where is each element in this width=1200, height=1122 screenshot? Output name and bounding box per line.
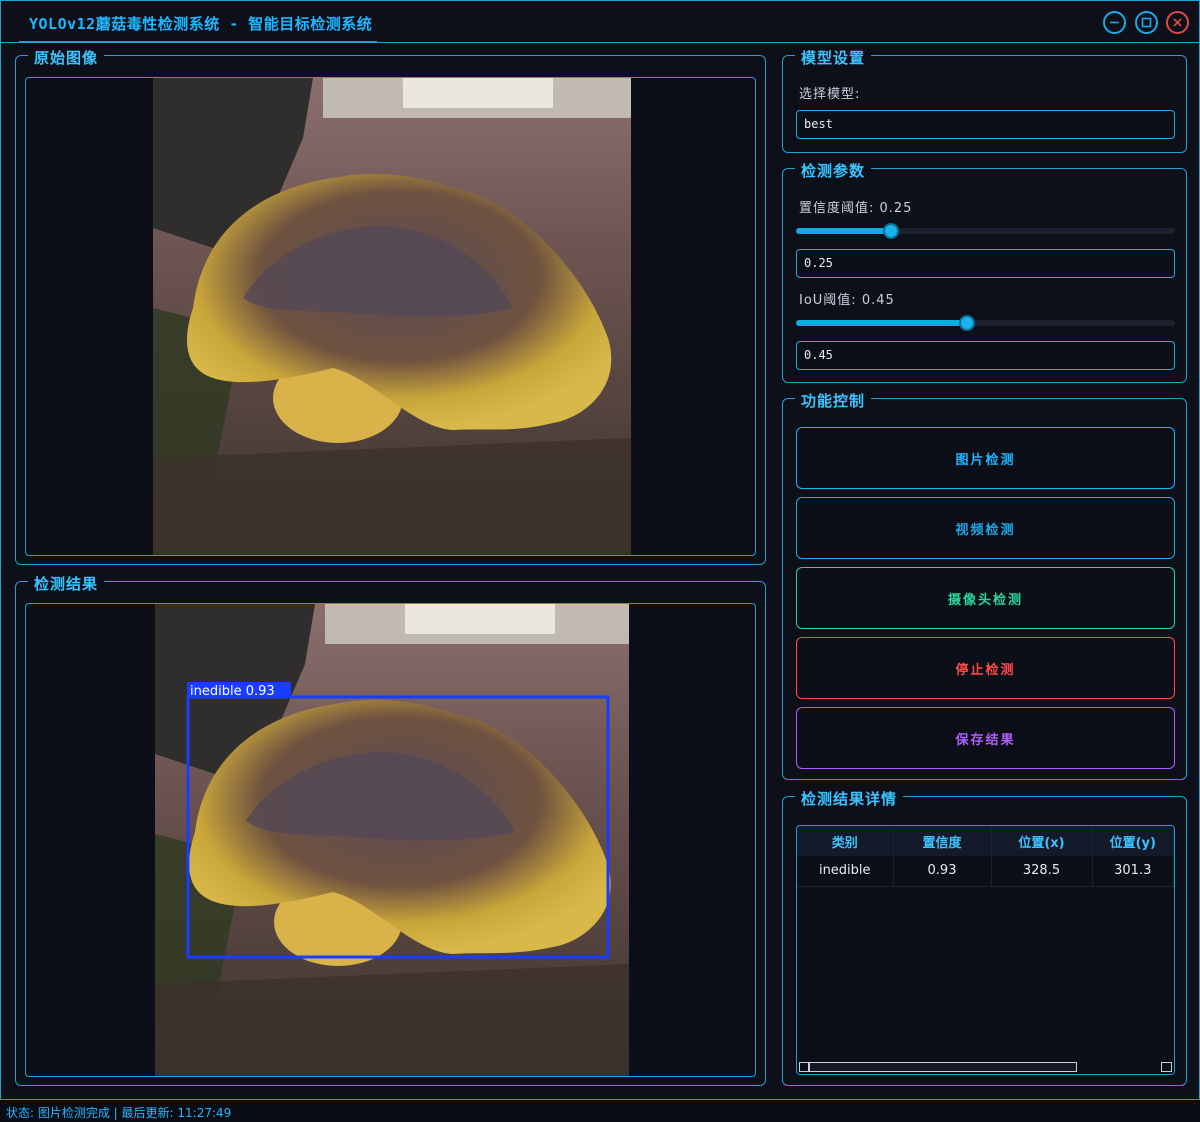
iou-slider[interactable] bbox=[796, 315, 1175, 331]
status-bar: 状态: 图片检测完成 | 最后更新: 11:27:49 bbox=[6, 1106, 232, 1120]
table-header-row: 类别 置信度 位置(x) 位置(y) bbox=[797, 826, 1174, 856]
cell-class: inedible bbox=[797, 856, 894, 887]
minimize-icon bbox=[1110, 21, 1119, 24]
maximize-icon bbox=[1141, 17, 1152, 28]
column-header-confidence[interactable]: 置信度 bbox=[893, 826, 992, 856]
column-header-class[interactable]: 类别 bbox=[797, 826, 894, 856]
original-image-panel: 原始图像 bbox=[15, 47, 766, 565]
detection-result-title: 检测结果 bbox=[28, 573, 105, 594]
detection-image: inedible 0.93 bbox=[155, 604, 629, 1076]
confidence-slider[interactable] bbox=[796, 223, 1175, 239]
table-row[interactable]: inedible 0.93 328.5 301.3 bbox=[797, 856, 1174, 887]
iou-label: IoU阈值: 0.45 bbox=[799, 293, 895, 308]
iou-slider-fill bbox=[796, 320, 967, 326]
original-image-frame bbox=[25, 77, 756, 556]
camera-detect-button[interactable]: 摄像头检测 bbox=[796, 567, 1175, 629]
model-settings-title: 模型设置 bbox=[795, 47, 872, 68]
scrollbar-left-arrow[interactable] bbox=[799, 1062, 809, 1072]
result-table-frame: 类别 置信度 位置(x) 位置(y) inedible 0.93 328.5 3… bbox=[796, 825, 1175, 1075]
cell-x: 328.5 bbox=[991, 856, 1093, 887]
horizontal-scrollbar[interactable] bbox=[797, 1060, 1174, 1074]
mushroom-image bbox=[153, 78, 631, 555]
detection-result-panel: 检测结果 inedible 0.93 bbox=[15, 573, 766, 1086]
result-table: 类别 置信度 位置(x) 位置(y) inedible 0.93 328.5 3… bbox=[797, 826, 1174, 887]
result-details-title: 检测结果详情 bbox=[795, 788, 904, 809]
title-bar: YOLOv12蘑菇毒性检测系统 - 智能目标检测系统 bbox=[1, 1, 1199, 43]
column-header-x[interactable]: 位置(x) bbox=[991, 826, 1093, 856]
iou-input[interactable]: 0.45 bbox=[796, 341, 1175, 370]
close-button[interactable] bbox=[1166, 11, 1189, 34]
window-title: YOLOv12蘑菇毒性检测系统 - 智能目标检测系统 bbox=[29, 15, 373, 33]
app-window: YOLOv12蘑菇毒性检测系统 - 智能目标检测系统 · · · · · · 原… bbox=[0, 0, 1200, 1100]
cell-confidence: 0.93 bbox=[893, 856, 992, 887]
close-icon bbox=[1173, 18, 1182, 27]
scrollbar-thumb[interactable] bbox=[809, 1062, 1077, 1072]
title-underline bbox=[19, 41, 377, 43]
result-details-panel: 检测结果详情 类别 置信度 位置(x) 位置(y) inedible 0.93 … bbox=[782, 788, 1187, 1086]
scrollbar-corner bbox=[1161, 1062, 1172, 1072]
model-settings-panel: 模型设置 选择模型: best bbox=[782, 47, 1187, 153]
confidence-slider-handle[interactable] bbox=[883, 223, 899, 239]
image-detect-button[interactable]: 图片检测 bbox=[796, 427, 1175, 489]
save-results-button[interactable]: 保存结果 bbox=[796, 707, 1175, 769]
detection-params-title: 检测参数 bbox=[795, 160, 872, 181]
iou-slider-handle[interactable] bbox=[959, 315, 975, 331]
column-header-y[interactable]: 位置(y) bbox=[1092, 826, 1174, 856]
function-control-panel: 功能控制 图片检测 视频检测 摄像头检测 停止检测 保存结果 bbox=[782, 390, 1187, 780]
maximize-button[interactable] bbox=[1135, 11, 1158, 34]
cell-y: 301.3 bbox=[1092, 856, 1174, 887]
confidence-label: 置信度阈值: 0.25 bbox=[799, 201, 913, 216]
detection-image-frame: inedible 0.93 bbox=[25, 603, 756, 1077]
stop-detect-button[interactable]: 停止检测 bbox=[796, 637, 1175, 699]
confidence-slider-fill bbox=[796, 228, 891, 234]
function-control-title: 功能控制 bbox=[795, 390, 872, 411]
video-detect-button[interactable]: 视频检测 bbox=[796, 497, 1175, 559]
detection-params-panel: 检测参数 置信度阈值: 0.25 0.25 IoU阈值: 0.45 0.45 bbox=[782, 160, 1187, 383]
model-select-label: 选择模型: bbox=[799, 87, 861, 102]
model-select[interactable]: best bbox=[796, 110, 1175, 139]
minimize-button[interactable] bbox=[1103, 11, 1126, 34]
original-image-title: 原始图像 bbox=[28, 47, 105, 68]
confidence-input[interactable]: 0.25 bbox=[796, 249, 1175, 278]
detection-label: inedible 0.93 bbox=[190, 684, 275, 699]
